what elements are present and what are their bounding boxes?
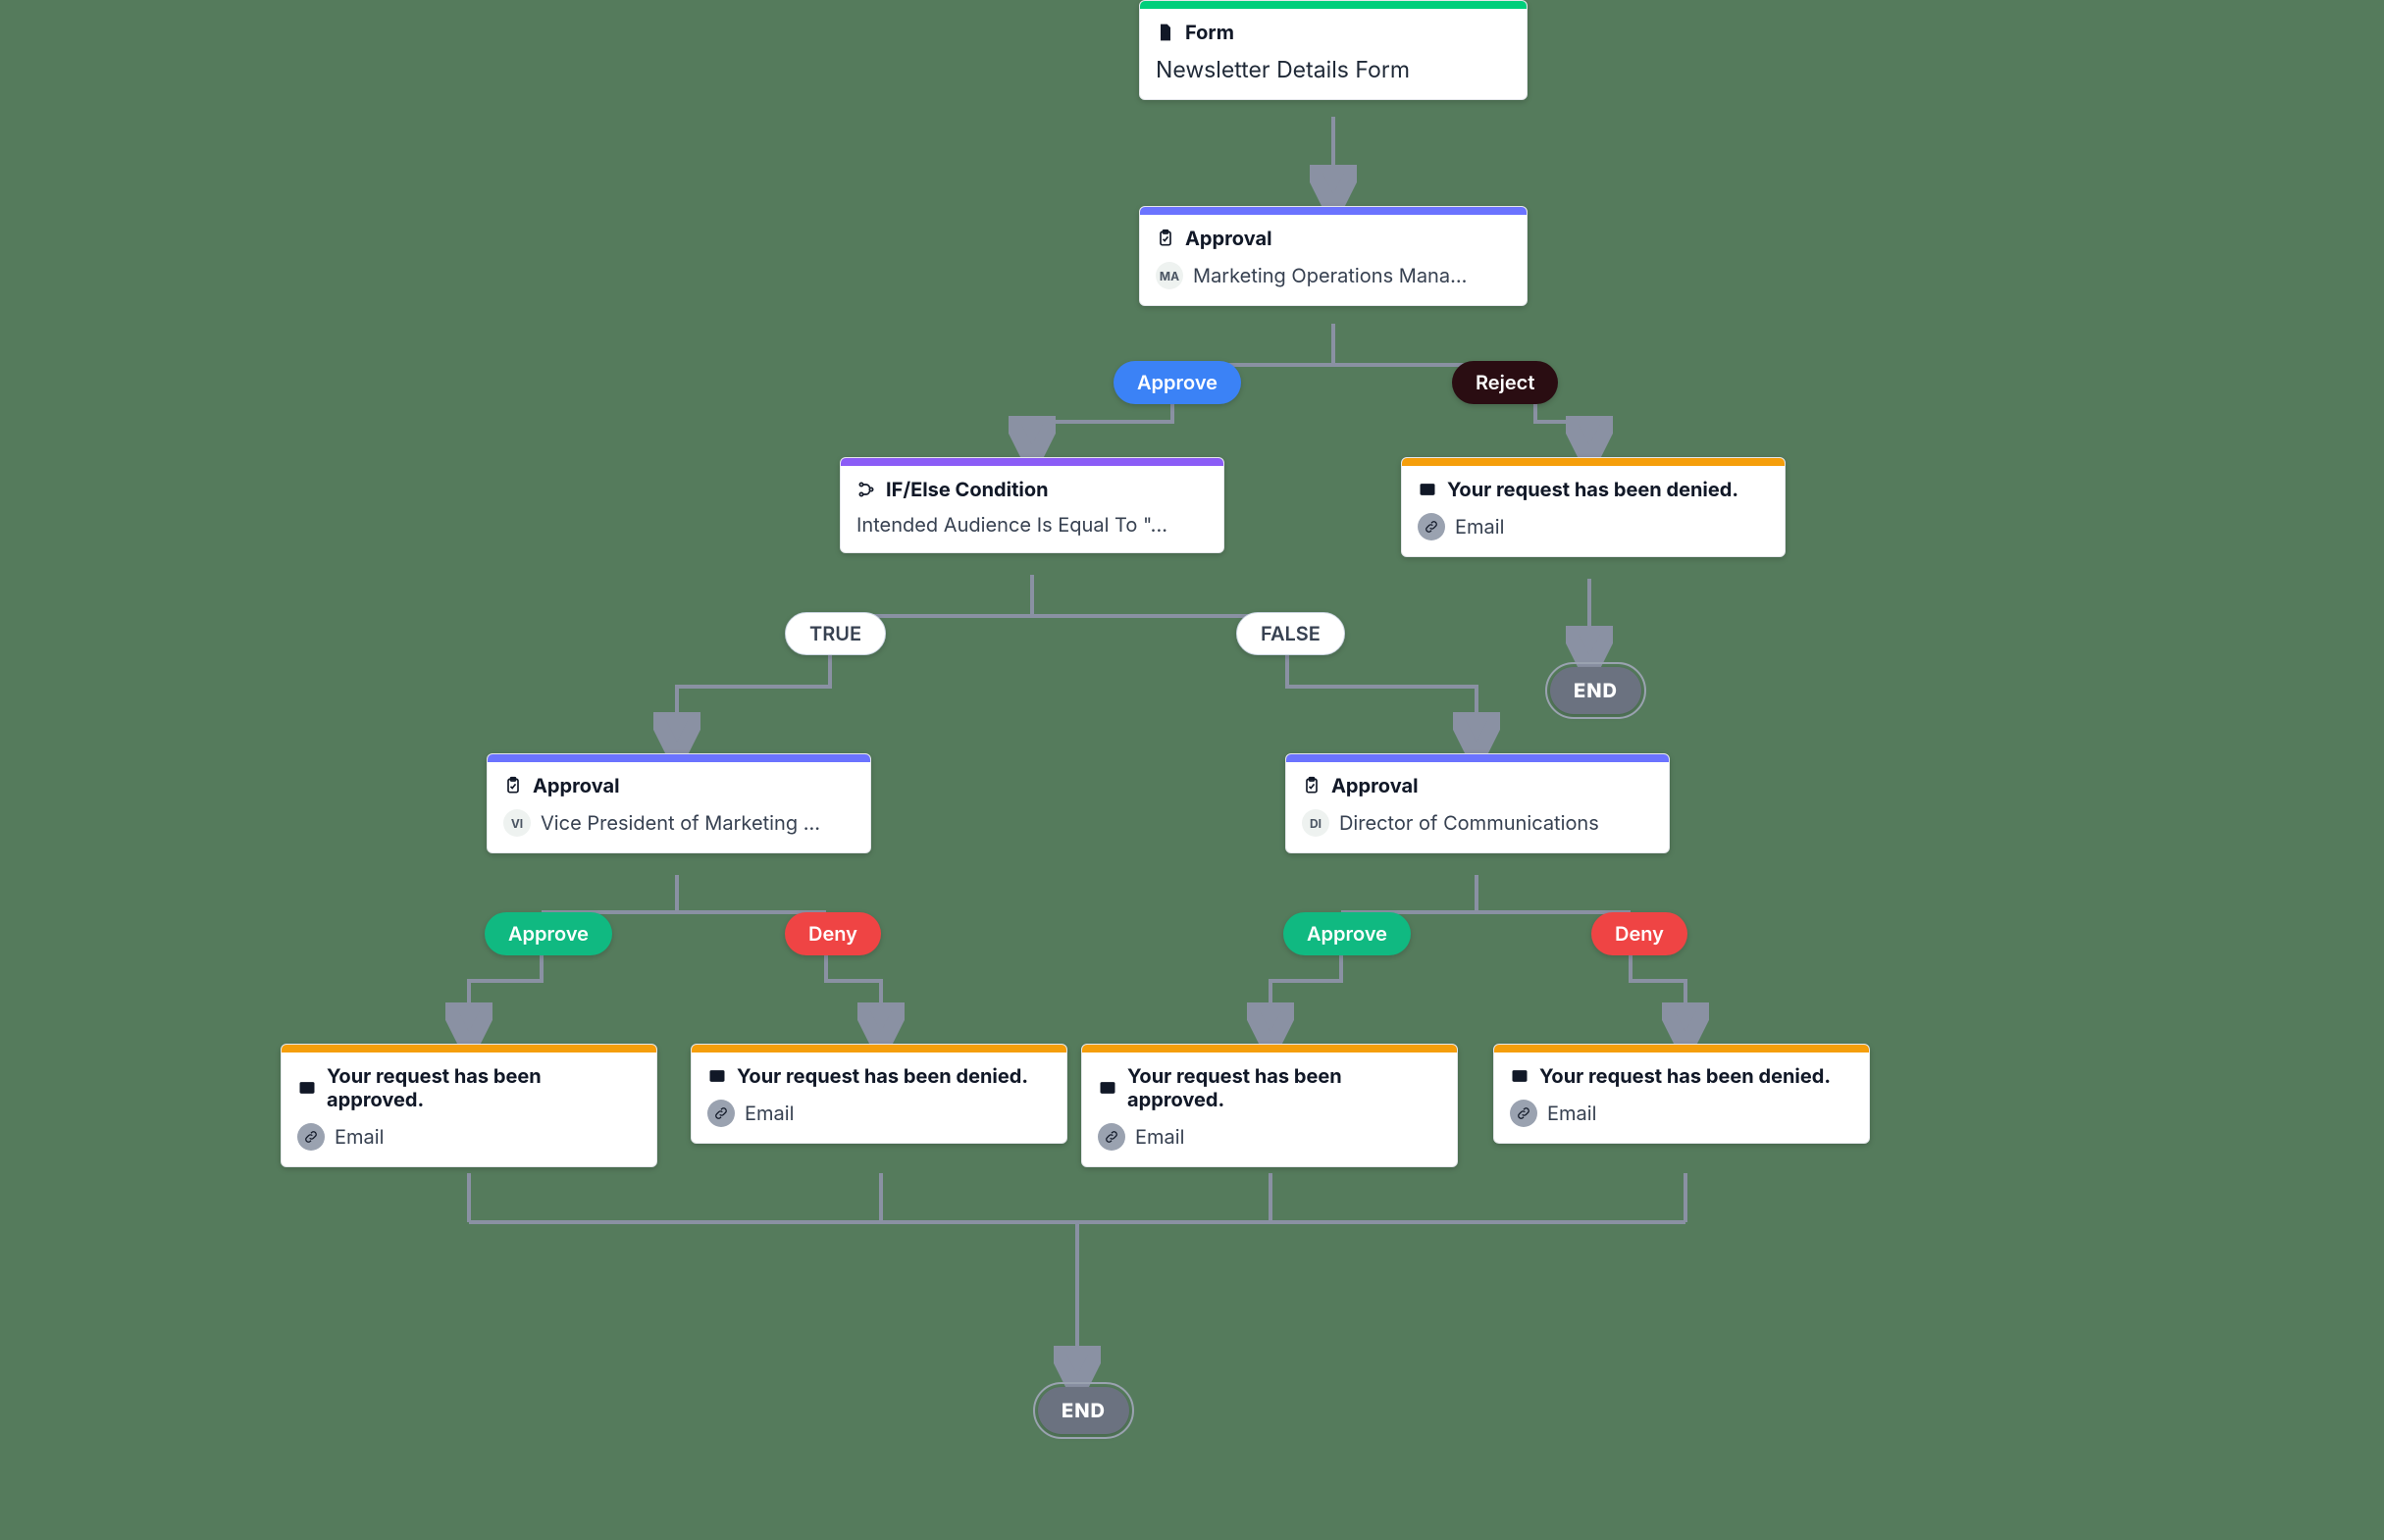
envelope-icon [1510, 1066, 1529, 1086]
node-approval-director[interactable]: Approval DI Director of Communications [1285, 753, 1670, 853]
node-approval-marketing[interactable]: Approval MA Marketing Operations Mana... [1139, 206, 1528, 306]
end-node: END [1038, 1387, 1129, 1434]
envelope-icon [707, 1066, 727, 1086]
email-channel: Email [1455, 515, 1504, 539]
node-form[interactable]: Form Newsletter Details Form [1139, 0, 1528, 100]
branch-reject[interactable]: Reject [1452, 361, 1558, 404]
end-node: END [1550, 667, 1641, 714]
clipboard-check-icon [1302, 776, 1322, 796]
node-type-label: IF/Else Condition [886, 478, 1049, 501]
branch-true[interactable]: TRUE [785, 612, 886, 655]
node-type-label: Your request has been denied. [737, 1064, 1028, 1088]
avatar: MA [1156, 262, 1183, 289]
document-icon [1156, 23, 1175, 42]
branch-approve[interactable]: Approve [1114, 361, 1241, 404]
approver-name: Marketing Operations Mana... [1193, 264, 1467, 287]
email-channel: Email [1135, 1125, 1184, 1149]
node-condition[interactable]: IF/Else Condition Intended Audience Is E… [840, 457, 1224, 553]
node-type-label: Form [1185, 21, 1234, 44]
node-type-label: Approval [1185, 227, 1272, 250]
link-icon [297, 1123, 325, 1151]
node-email-denied-dir[interactable]: Your request has been denied. Email [1493, 1044, 1870, 1144]
node-email-approved-vp[interactable]: Your request has been approved. Email [281, 1044, 657, 1167]
branch-approve-dir[interactable]: Approve [1283, 912, 1411, 955]
node-title: Newsletter Details Form [1140, 50, 1527, 99]
link-icon [1418, 513, 1445, 540]
condition-rule: Intended Audience Is Equal To "... [856, 513, 1167, 537]
node-email-denied-top[interactable]: Your request has been denied. Email [1401, 457, 1786, 557]
branch-deny-vp[interactable]: Deny [785, 912, 881, 955]
branch-deny-dir[interactable]: Deny [1591, 912, 1687, 955]
node-type-label: Your request has been denied. [1447, 478, 1738, 501]
node-type-label: Your request has been denied. [1539, 1064, 1831, 1088]
approver-name: Vice President of Marketing ... [541, 811, 820, 835]
email-channel: Email [1547, 1102, 1596, 1125]
approver-name: Director of Communications [1339, 811, 1599, 835]
node-type-label: Approval [1331, 774, 1419, 797]
branch-false[interactable]: FALSE [1236, 612, 1345, 655]
clipboard-check-icon [503, 776, 523, 796]
node-email-denied-vp[interactable]: Your request has been denied. Email [691, 1044, 1067, 1144]
envelope-icon [1418, 480, 1437, 499]
clipboard-check-icon [1156, 229, 1175, 248]
node-type-label: Your request has been approved. [1127, 1064, 1441, 1111]
node-type-label: Your request has been approved. [327, 1064, 641, 1111]
envelope-icon [297, 1078, 317, 1098]
node-email-approved-dir[interactable]: Your request has been approved. Email [1081, 1044, 1458, 1167]
avatar: VI [503, 809, 531, 837]
link-icon [1098, 1123, 1125, 1151]
branch-icon [856, 480, 876, 499]
avatar: DI [1302, 809, 1329, 837]
envelope-icon [1098, 1078, 1117, 1098]
branch-approve-vp[interactable]: Approve [485, 912, 612, 955]
workflow-canvas[interactable]: Form Newsletter Details Form Approval MA… [0, 0, 2384, 1540]
node-type-label: Approval [533, 774, 620, 797]
link-icon [1510, 1100, 1537, 1127]
link-icon [707, 1100, 735, 1127]
email-channel: Email [335, 1125, 384, 1149]
node-approval-vp[interactable]: Approval VI Vice President of Marketing … [487, 753, 871, 853]
email-channel: Email [745, 1102, 794, 1125]
